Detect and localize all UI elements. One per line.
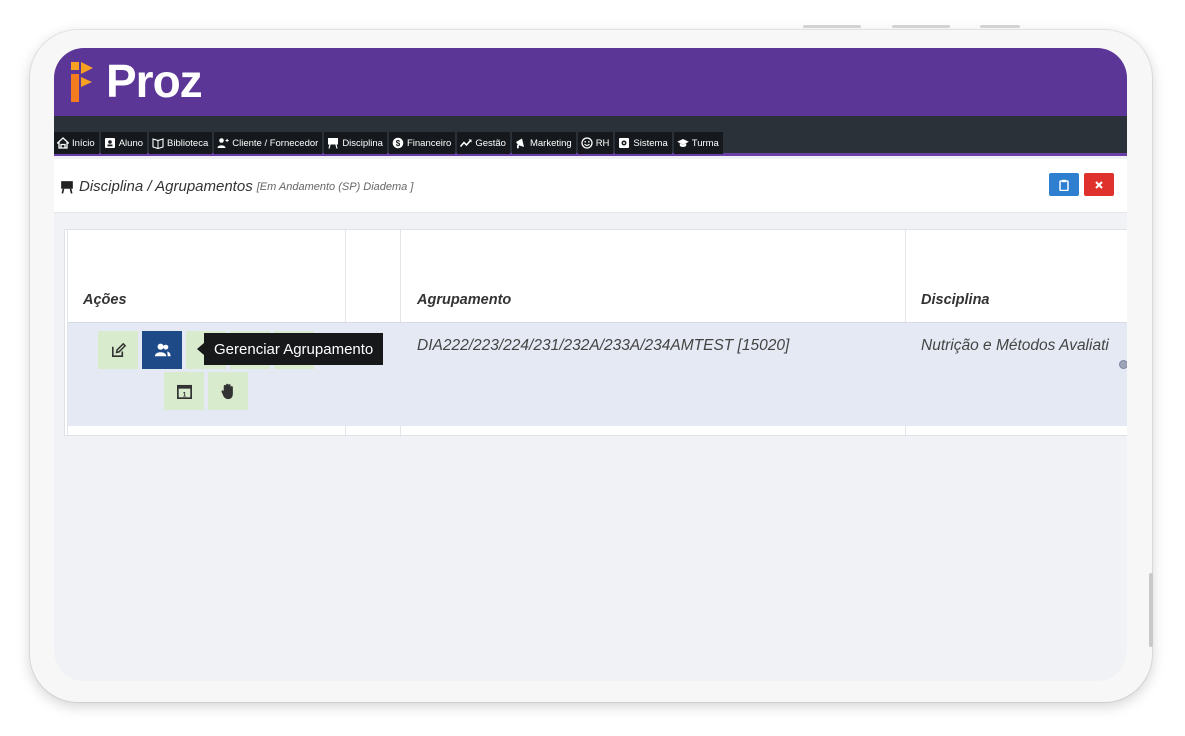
nav-item-label: Início [72, 137, 95, 149]
users-icon [154, 343, 171, 356]
close-button[interactable] [1084, 173, 1114, 196]
brand-header: Proz [54, 48, 1127, 116]
tablet-side-button [1149, 573, 1153, 647]
calendar-icon: 1 [176, 384, 192, 399]
money-icon: $ [392, 137, 404, 149]
column-header-agrupamento[interactable]: Agrupamento [417, 292, 511, 308]
app-screen: Proz Início Aluno Biblioteca Cliente / F… [54, 48, 1127, 681]
edit-icon [111, 342, 126, 357]
nav-item-label: Cliente / Fornecedor [232, 137, 319, 149]
home-icon [57, 137, 69, 149]
nav-item-sistema[interactable]: Sistema [615, 132, 672, 154]
megaphone-icon [515, 138, 524, 149]
nav-item-turma[interactable]: Turma [673, 132, 723, 154]
hand-icon [221, 383, 233, 399]
nav-item-cliente-fornecedor[interactable]: Cliente / Fornecedor [214, 132, 323, 154]
nav-item-biblioteca[interactable]: Biblioteca [149, 132, 213, 154]
column-header-disciplina[interactable]: Disciplina [921, 292, 990, 308]
nav-item-label: Turma [691, 137, 719, 149]
book-icon [152, 138, 164, 149]
scroll-handle[interactable] [1119, 360, 1127, 369]
svg-text:$: $ [396, 139, 401, 148]
nav-item-inicio[interactable]: Início [54, 132, 99, 154]
nav-item-label: Disciplina [342, 137, 383, 149]
nav-item-rh[interactable]: RH [577, 132, 614, 154]
device-indicator [892, 25, 950, 28]
nav-item-label: RH [595, 137, 610, 149]
main-navbar: Início Aluno Biblioteca Cliente / Fornec… [54, 116, 1127, 156]
easel-icon [328, 138, 339, 149]
device-indicator [803, 25, 861, 28]
nav-item-disciplina[interactable]: Disciplina [324, 132, 387, 154]
nav-item-marketing[interactable]: Marketing [511, 132, 576, 154]
smile-icon [581, 137, 593, 149]
action-tooltip: Gerenciar Agrupamento [204, 333, 384, 365]
page-subtitle: [Em Andamento (SP) Diadema ] [256, 180, 414, 193]
close-icon [1095, 180, 1103, 189]
clipboard-icon [1059, 179, 1069, 191]
clipboard-button[interactable] [1049, 173, 1079, 196]
grouping-table: Ações Agrupamento Disciplina 1 Gerenciar… [64, 229, 1127, 437]
hand-button[interactable] [208, 372, 248, 410]
column-header-acoes[interactable]: Ações [83, 292, 127, 308]
page-header: Disciplina / Agrupamentos [Em Andamento … [54, 159, 1127, 213]
calendar-button[interactable]: 1 [164, 372, 204, 410]
page-title-text: Disciplina / Agrupamentos [79, 178, 253, 195]
nav-item-label: Aluno [118, 137, 144, 149]
app-logo-text: Proz [106, 55, 203, 107]
easel-icon [61, 180, 73, 194]
nav-item-label: Marketing [529, 137, 572, 149]
graduation-cap-icon [676, 139, 689, 147]
tooltip-arrow [197, 343, 204, 355]
nav-menu: Início Aluno Biblioteca Cliente / Fornec… [54, 132, 725, 154]
nav-item-label: Sistema [633, 137, 668, 149]
cell-agrupamento[interactable]: DIA222/223/224/231/232A/233A/234AMTEST [… [417, 337, 789, 355]
proz-logo-icon [71, 62, 93, 102]
nav-item-label: Financeiro [406, 137, 452, 149]
nav-item-financeiro[interactable]: $ Financeiro [388, 132, 456, 154]
device-indicator [980, 25, 1020, 28]
cell-disciplina-clip: Nutrição e Métodos Avaliati [921, 330, 1127, 370]
trend-icon [460, 139, 472, 147]
cell-disciplina[interactable]: Nutrição e Métodos Avaliati [921, 337, 1109, 355]
nav-item-gestao[interactable]: Gestão [457, 132, 510, 154]
edit-button[interactable] [98, 331, 138, 369]
nav-item-aluno[interactable]: Aluno [100, 132, 148, 154]
id-card-icon [104, 138, 115, 148]
manage-grouping-button[interactable] [142, 331, 182, 369]
user-plus-icon [217, 138, 229, 148]
cog-icon [619, 138, 630, 148]
page-title: Disciplina / Agrupamentos [Em Andamento … [60, 178, 413, 195]
svg-text:1: 1 [182, 391, 186, 398]
nav-item-label: Gestão [475, 137, 506, 149]
nav-item-label: Biblioteca [167, 137, 209, 149]
